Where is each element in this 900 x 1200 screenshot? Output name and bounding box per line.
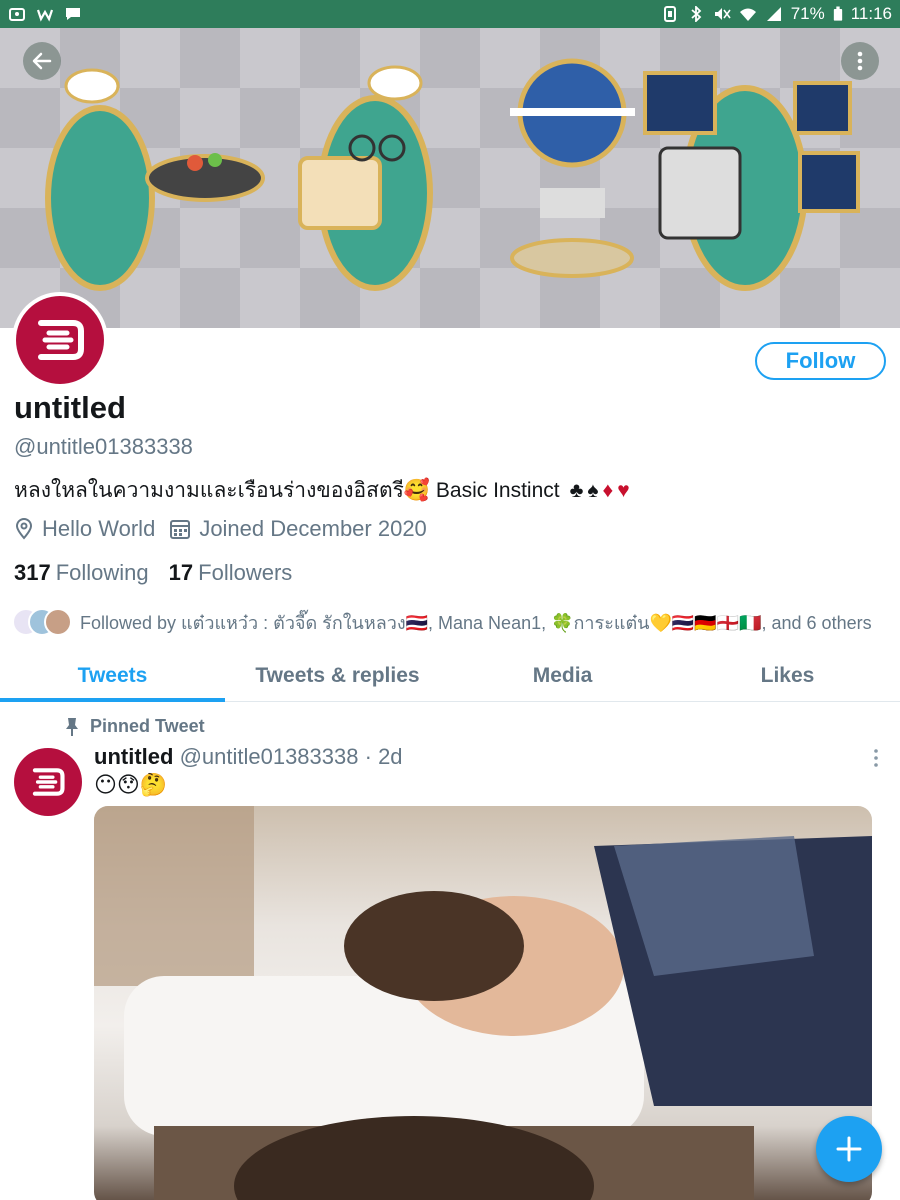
battery-icon — [833, 6, 842, 21]
tab-likes[interactable]: Likes — [675, 650, 900, 701]
profile-name: untitled — [14, 390, 126, 425]
vertical-dots-icon — [874, 749, 878, 767]
clock: 11:16 — [850, 4, 892, 23]
location-pin-icon — [15, 518, 33, 540]
tweet-media-image[interactable] — [94, 806, 872, 1200]
battery-percent: 71% — [790, 4, 825, 23]
followers-link[interactable]: 17 Followers — [169, 560, 293, 586]
tweet-header: untitled @untitle01383338 · 2d — [94, 744, 403, 770]
mute-icon — [714, 8, 731, 20]
following-count: 317 — [14, 560, 51, 585]
status-bar: 71% 11:16 — [0, 0, 900, 28]
webtoon-notification-icon — [36, 9, 54, 22]
avatar-logo-icon — [32, 768, 65, 796]
profile-tabs: Tweets Tweets & replies Media Likes — [0, 650, 900, 702]
back-button[interactable] — [23, 42, 61, 80]
suit-spade: ♠ — [587, 478, 599, 502]
followed-by-avatars — [12, 606, 74, 638]
signal-icon — [766, 7, 781, 21]
tab-tweets[interactable]: Tweets — [0, 650, 225, 702]
followed-by[interactable]: Followed by แต๋วแหว๋ว : ตัวจี๊ด รักในหลว… — [12, 606, 872, 638]
pin-icon — [66, 717, 78, 736]
wifi-icon — [739, 8, 756, 21]
tweet-separator: · — [364, 744, 372, 769]
profile-meta: Hello World Joined December 2020 — [14, 516, 441, 542]
location-text: Hello World — [42, 516, 156, 541]
suit-heart: ♥ — [617, 478, 630, 502]
arrow-left-icon — [32, 52, 52, 70]
profile-avatar[interactable] — [12, 292, 108, 388]
pinned-tweet-label: Pinned Tweet — [64, 716, 205, 737]
followed-by-text: Followed by แต๋วแหว๋ว : ตัวจี๊ด รักในหลว… — [80, 612, 872, 633]
profile-counts: 317 Following 17 Followers — [14, 560, 292, 586]
bluetooth-icon — [691, 6, 702, 22]
app-notification-icon — [9, 8, 25, 21]
profile-handle: @untitle01383338 — [14, 434, 193, 459]
message-notification-icon — [66, 8, 80, 20]
following-label: Following — [55, 560, 149, 585]
profile-banner[interactable] — [0, 28, 900, 328]
tweet-author-handle: @untitle01383338 — [179, 744, 359, 769]
profile-location: Hello World — [14, 516, 155, 542]
vertical-dots-icon — [857, 51, 863, 71]
following-link[interactable]: 317 Following — [14, 560, 149, 586]
tab-tweets-replies[interactable]: Tweets & replies — [225, 650, 450, 701]
profile-joined: Joined December 2020 — [169, 516, 427, 542]
profile-bio: หลงใหลในความงามและเรือนร่างของอิสตรี🥰 Ba… — [14, 474, 630, 507]
pinned-text: Pinned Tweet — [90, 716, 205, 736]
tweet-more-button[interactable] — [866, 746, 886, 770]
joined-text: Joined December 2020 — [199, 516, 427, 541]
avatar-logo-icon — [38, 320, 84, 360]
tab-media[interactable]: Media — [450, 650, 675, 701]
bio-text: หลงใหลในความงามและเรือนร่างของอิสตรี🥰 Ba… — [14, 479, 560, 502]
more-options-button[interactable] — [841, 42, 879, 80]
tweet-author-name[interactable]: untitled — [94, 744, 173, 769]
photo-placeholder — [94, 806, 872, 1200]
tweet-age: 2d — [378, 744, 403, 769]
plus-icon — [836, 1136, 862, 1162]
nfc-icon — [663, 6, 676, 22]
tweet-avatar[interactable] — [14, 748, 82, 816]
tweet-text: 😶😯🤔 — [94, 772, 168, 797]
compose-tweet-button[interactable] — [816, 1116, 882, 1182]
follow-button[interactable]: Follow — [755, 342, 886, 380]
followers-label: Followers — [198, 560, 293, 585]
suit-club: ♣ — [569, 478, 584, 502]
suit-diamond: ♦ — [602, 478, 614, 502]
banner-illustration — [45, 58, 860, 291]
followers-count: 17 — [168, 560, 194, 585]
calendar-icon — [170, 520, 191, 539]
follower-avatar — [44, 608, 72, 636]
